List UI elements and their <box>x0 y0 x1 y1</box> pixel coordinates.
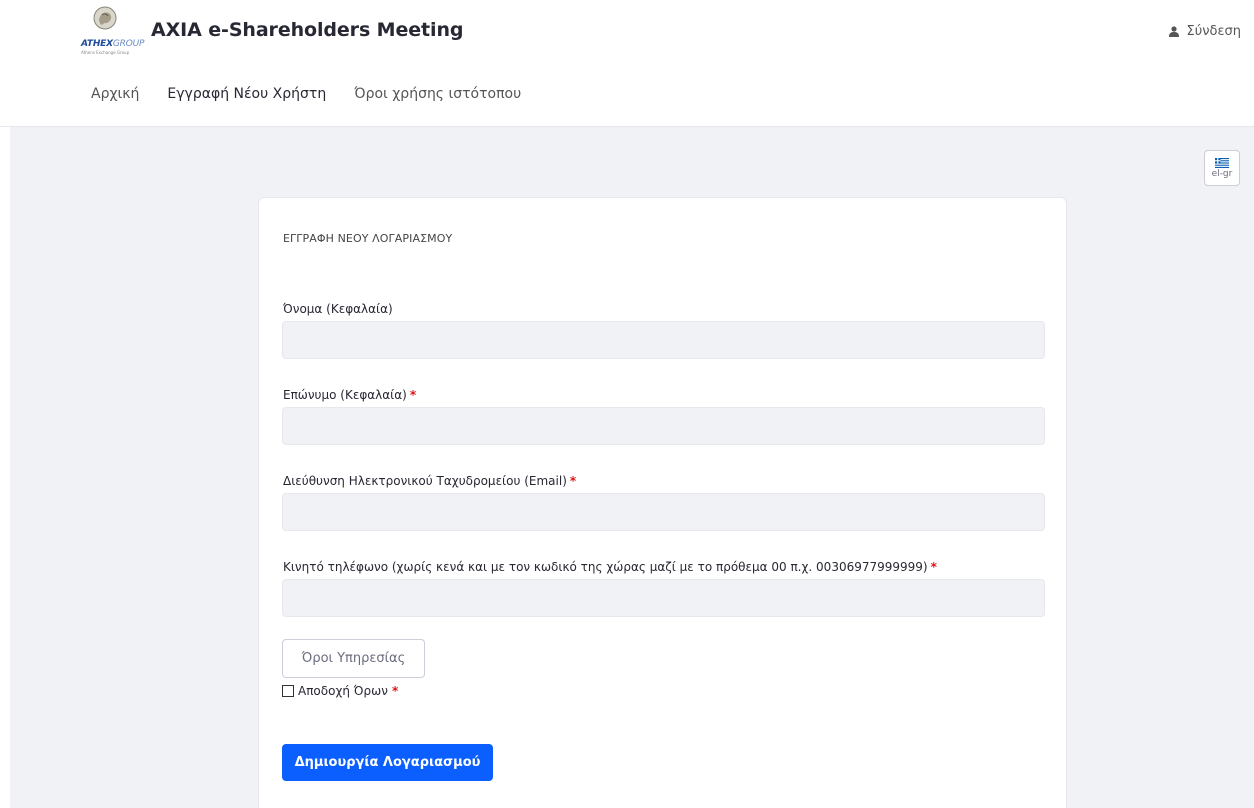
first-name-label: Όνομα (Κεφαλαία) <box>283 302 393 316</box>
nav-item-terms-of-use[interactable]: Όροι χρήσης ιστότοπου <box>354 86 521 102</box>
athex-logo[interactable]: ATHEXGROUP Athens Exchange Group <box>81 4 145 60</box>
login-link[interactable]: Σύνδεση <box>1168 24 1241 39</box>
main-nav: Αρχική Εγγραφή Νέου Χρήστη Όροι χρήσης ι… <box>91 86 549 102</box>
required-marker: * <box>930 560 937 574</box>
language-code: el-gr <box>1211 168 1233 179</box>
mobile-phone-input[interactable] <box>282 579 1045 617</box>
user-icon <box>1168 26 1179 37</box>
login-label: Σύνδεση <box>1186 24 1241 39</box>
required-marker: * <box>569 474 577 488</box>
first-name-input[interactable] <box>282 321 1045 359</box>
email-label: Διεύθυνση Ηλεκτρονικού Ταχυδρομείου (Ema… <box>283 474 577 488</box>
email-input[interactable] <box>282 493 1045 531</box>
site-title[interactable]: AXIA e-Shareholders Meeting <box>151 19 463 41</box>
site-header: ATHEXGROUP Athens Exchange Group AXIA e-… <box>0 0 1254 127</box>
terms-of-service-button[interactable]: Όροι Υπηρεσίας <box>282 639 425 678</box>
accept-terms-row: Αποδοχή Όρων * <box>282 684 398 698</box>
accept-terms-checkbox[interactable] <box>282 685 294 697</box>
registration-card: ΕΓΓΡΑΦΗ ΝΕΟΥ ΛΟΓΑΡΙΑΣΜΟΥ Όνομα (Κεφαλαία… <box>258 197 1067 808</box>
required-marker: * <box>409 388 417 402</box>
language-selector[interactable]: el-gr <box>1204 150 1240 186</box>
greek-flag-icon <box>1215 157 1229 168</box>
logo-emblem-icon <box>93 6 117 30</box>
nav-item-home[interactable]: Αρχική <box>91 86 139 102</box>
required-marker: * <box>391 684 399 698</box>
logo-wordmark: ATHEXGROUP <box>81 39 145 49</box>
last-name-label: Επώνυμο (Κεφαλαία) * <box>283 388 417 402</box>
nav-item-register[interactable]: Εγγραφή Νέου Χρήστη <box>167 86 326 102</box>
create-account-button[interactable]: Δημιουργία Λογαριασμού <box>282 744 493 781</box>
mobile-phone-label: Κινητό τηλέφωνο (χωρίς κενά και με τον κ… <box>283 560 937 574</box>
accept-terms-label[interactable]: Αποδοχή Όρων <box>298 684 388 698</box>
form-title: ΕΓΓΡΑΦΗ ΝΕΟΥ ΛΟΓΑΡΙΑΣΜΟΥ <box>283 232 453 245</box>
last-name-input[interactable] <box>282 407 1045 445</box>
logo-subtitle: Athens Exchange Group <box>81 50 130 55</box>
